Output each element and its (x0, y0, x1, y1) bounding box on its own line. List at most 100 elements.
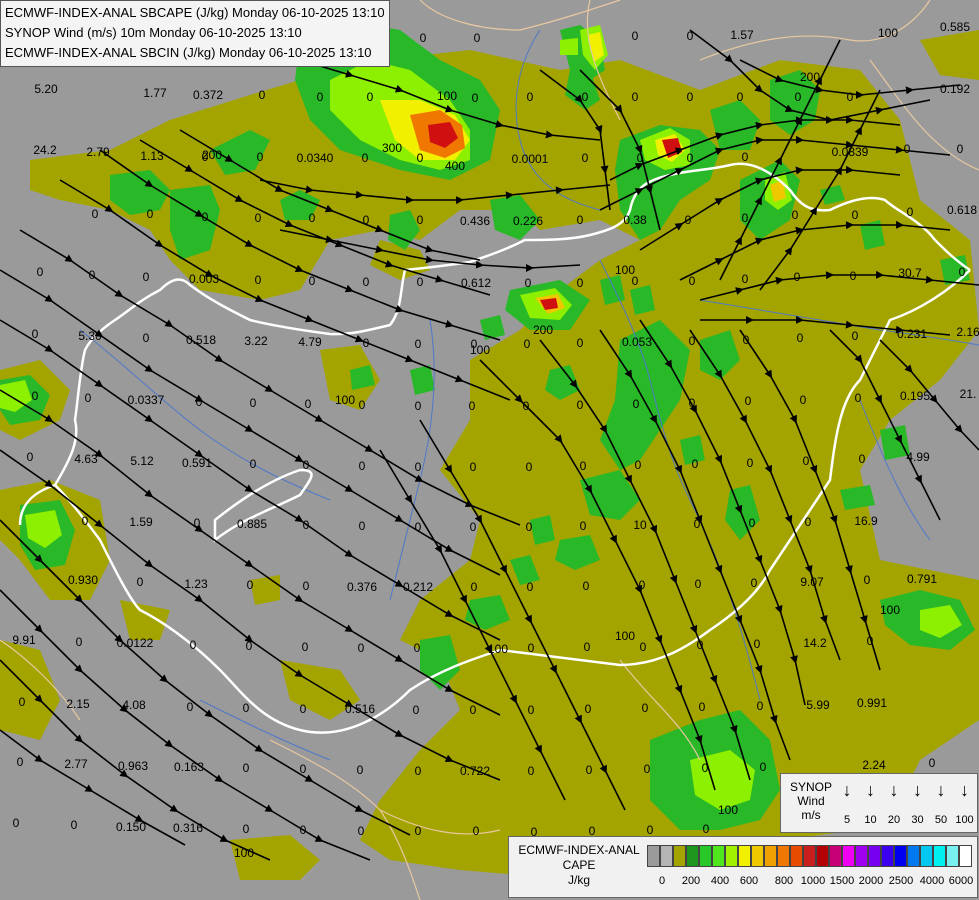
cin-value-label: 0 (636, 151, 644, 165)
cin-value-label: 0 (748, 516, 756, 530)
synop-speed-label: 100 (955, 814, 974, 826)
cin-value-label: 0 (796, 331, 804, 345)
cin-value-label: 0.316 (172, 821, 204, 835)
cin-value-label: 0 (308, 274, 316, 288)
cin-value-label: 2.15 (66, 697, 90, 711)
cin-value-label: 0 (88, 268, 96, 282)
cin-value-label: 3.22 (244, 334, 268, 348)
cin-value-label: 0 (16, 755, 24, 769)
cin-value-label: 0 (245, 639, 253, 653)
cin-value-label: 5.12 (130, 454, 154, 468)
cin-value-label: 0 (584, 702, 592, 716)
cin-value-label: 5.99 (806, 698, 830, 712)
cin-value-label: 0 (242, 822, 250, 836)
cin-value-label: 9.91 (12, 633, 36, 647)
cin-value-label: 0.212 (402, 580, 434, 594)
cin-value-label: 0 (958, 265, 966, 279)
cin-value-label: 0 (794, 90, 802, 104)
weather-map: ECMWF-INDEX-ANAL SBCAPE (J/kg) Monday 06… (0, 0, 979, 900)
cin-value-label: 0 (416, 275, 424, 289)
cape-legend-line: J/kg (567, 873, 590, 887)
cape-swatch (946, 845, 959, 867)
wind-arrow-icon: ↓ (936, 780, 946, 800)
cin-value-label: 0 (581, 151, 589, 165)
cin-value-label: 0 (412, 703, 420, 717)
cin-value-label: 0.991 (856, 696, 888, 710)
cape-swatch (829, 845, 842, 867)
cin-value-label: 0 (527, 703, 535, 717)
cape-swatch (959, 845, 972, 867)
cin-value-label: 0 (696, 638, 704, 652)
cape-swatch (764, 845, 777, 867)
contour-label: 100 (614, 263, 636, 277)
title-synop-wind: SYNOP Wind (m/s) 10m Monday 06-10-2025 1… (5, 25, 302, 40)
cin-value-label: 0 (736, 90, 744, 104)
cin-value-label: 0 (791, 208, 799, 222)
cin-value-label: 0 (36, 265, 44, 279)
cin-value-label: 0 (471, 91, 479, 105)
cin-value-label: 0 (634, 458, 642, 472)
cin-value-label: 0 (361, 151, 369, 165)
cin-value-label: 0 (903, 142, 911, 156)
cin-value-label: 0.163 (173, 760, 205, 774)
cin-value-label: 0 (741, 150, 749, 164)
cin-value-label: 0.150 (115, 820, 147, 834)
cin-value-label: 0 (256, 150, 264, 164)
cin-value-label: 1.59 (129, 515, 153, 529)
cin-value-label: 0 (362, 213, 370, 227)
cin-value-label: 0 (583, 640, 591, 654)
cin-value-label: 0 (358, 459, 366, 473)
cin-value-label: 0 (524, 276, 532, 290)
cape-swatch (803, 845, 816, 867)
cin-value-label: 0 (741, 272, 749, 286)
cin-value-label: 0 (793, 270, 801, 284)
cin-value-label: 0.195 (899, 389, 931, 403)
contour-label: 100 (233, 846, 255, 860)
cin-value-label: 0 (81, 514, 89, 528)
cin-value-label: 0 (469, 703, 477, 717)
cin-value-label: 0 (142, 270, 150, 284)
cape-tick-label: 1500 (829, 875, 855, 887)
synop-speed-label: 20 (887, 814, 901, 826)
cin-value-label: 0.226 (512, 214, 544, 228)
wind-arrow-icon: ↓ (913, 780, 922, 800)
cin-value-label: 0 (686, 90, 694, 104)
cin-value-label: 0 (304, 397, 312, 411)
wind-arrow-icon: ↓ (842, 780, 852, 800)
cin-value-label: 0 (470, 580, 478, 594)
map-title-box: ECMWF-INDEX-ANAL SBCAPE (J/kg) Monday 06… (0, 0, 390, 67)
cin-value-label: 0 (249, 396, 257, 410)
cape-tick-label: 2500 (888, 875, 914, 887)
cin-value-label: 0.791 (906, 572, 938, 586)
cin-value-label: 0 (684, 213, 692, 227)
wind-arrow-icon: ↓ (889, 780, 899, 800)
cin-value-label: 0 (698, 700, 706, 714)
cin-value-label: 1.77 (143, 86, 167, 100)
cin-value-label: 0 (804, 515, 812, 529)
cape-swatch (686, 845, 699, 867)
contour-label: 400 (444, 159, 466, 173)
cin-value-label: 0 (75, 635, 83, 649)
cin-value-label: 24.2 (33, 143, 57, 157)
cin-value-label: 0 (646, 823, 654, 837)
cape-swatch (855, 845, 868, 867)
cin-value-label: 0 (576, 336, 584, 350)
cin-value-label: 0 (186, 700, 194, 714)
cin-value-label: 0 (750, 576, 758, 590)
contour-label: 300 (381, 141, 403, 155)
cin-value-label: 30.7 (898, 266, 922, 280)
contour-label: 100 (717, 803, 739, 817)
cin-value-label: 0 (631, 90, 639, 104)
cin-value-label: 0.053 (621, 335, 653, 349)
cape-swatch (881, 845, 894, 867)
cape-swatch (790, 845, 803, 867)
cin-value-label: 0.612 (460, 276, 492, 290)
cin-value-label: 0 (193, 516, 201, 530)
cin-value-label: 0 (753, 637, 761, 651)
cin-value-label: 0.0340 (296, 151, 334, 165)
cin-value-label: 0 (316, 90, 324, 104)
cin-value-label: 9.07 (800, 575, 824, 589)
cin-value-label: 0 (576, 398, 584, 412)
cin-value-label: 5.30 (78, 329, 102, 343)
cape-tick-label: 6000 (948, 875, 974, 887)
